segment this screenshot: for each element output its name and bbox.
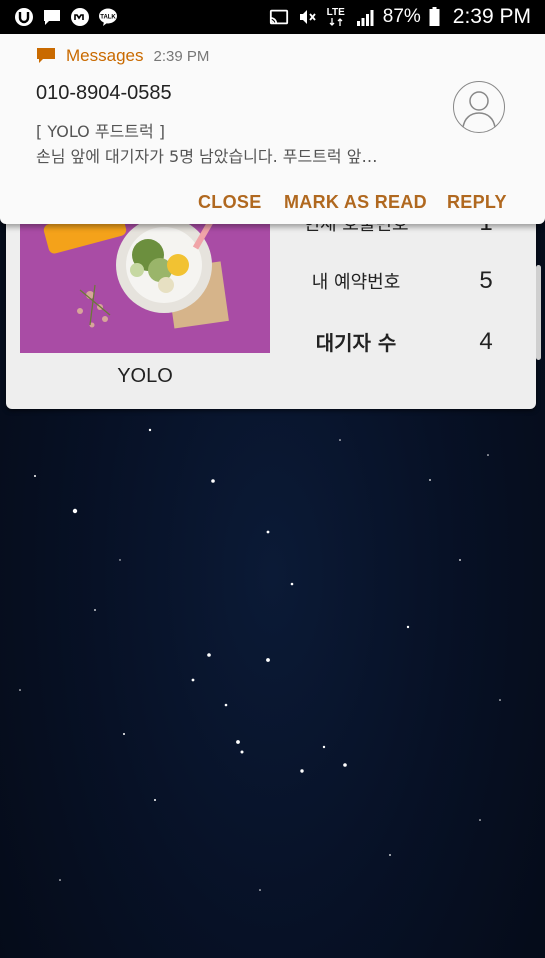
messenger-icon: [70, 7, 90, 27]
notification-header: Messages 2:39 PM: [36, 46, 209, 66]
message-icon: [42, 7, 62, 27]
u-plus-icon: [14, 7, 34, 27]
status-right-icons: LTE 87% 2:39 PM: [269, 5, 531, 29]
battery-icon: [429, 7, 441, 27]
notification-actions: CLOSE MARK AS READ REPLY: [0, 192, 545, 214]
message-bubble-icon: [36, 47, 56, 65]
notification-sender: 010-8904-0585: [36, 82, 172, 104]
close-button[interactable]: CLOSE: [198, 192, 262, 213]
waiting-count-value: 4: [479, 327, 493, 355]
food-image: [20, 215, 270, 353]
status-bar: TALK LTE 87% 2:39 PM: [0, 0, 545, 34]
scrollbar[interactable]: [536, 265, 541, 360]
cast-icon: [269, 7, 289, 27]
waitlist-card[interactable]: YOLO 현재 호출번호 1 내 예약번호 5 대기자 수 4: [6, 209, 536, 409]
lte-icon: LTE: [325, 7, 347, 27]
my-reservation-row: 내 예약번호 5: [296, 267, 516, 295]
kakaotalk-icon: TALK: [98, 7, 118, 27]
notification-time: 2:39 PM: [153, 47, 210, 65]
my-reservation-value: 5: [479, 267, 493, 294]
lte-label: LTE: [326, 7, 345, 18]
waiting-count-row: 대기자 수 4: [296, 327, 516, 356]
svg-text:TALK: TALK: [100, 15, 116, 21]
signal-icon: [355, 7, 375, 27]
notification-message-body: 손님 앞에 대기자가 5명 남았습니다. 푸드트럭 앞…: [36, 147, 378, 166]
reply-button[interactable]: REPLY: [447, 192, 507, 213]
notification-app-name: Messages: [66, 46, 144, 65]
my-reservation-label: 내 예약번호: [311, 272, 401, 293]
status-time: 2:39 PM: [452, 5, 531, 28]
contact-avatar-icon: [453, 81, 505, 133]
notification-message-title: [ YOLO 푸드트럭 ]: [36, 122, 166, 141]
mute-icon: [297, 7, 317, 27]
battery-percent: 87%: [382, 6, 421, 27]
message-notification[interactable]: Messages 2:39 PM 010-8904-0585 [ YOLO 푸드…: [0, 34, 545, 224]
waiting-count-label: 대기자 수: [315, 331, 397, 355]
mark-as-read-button[interactable]: MARK AS READ: [284, 192, 427, 213]
store-name: YOLO: [117, 365, 173, 387]
status-left-icons: TALK: [14, 7, 118, 27]
